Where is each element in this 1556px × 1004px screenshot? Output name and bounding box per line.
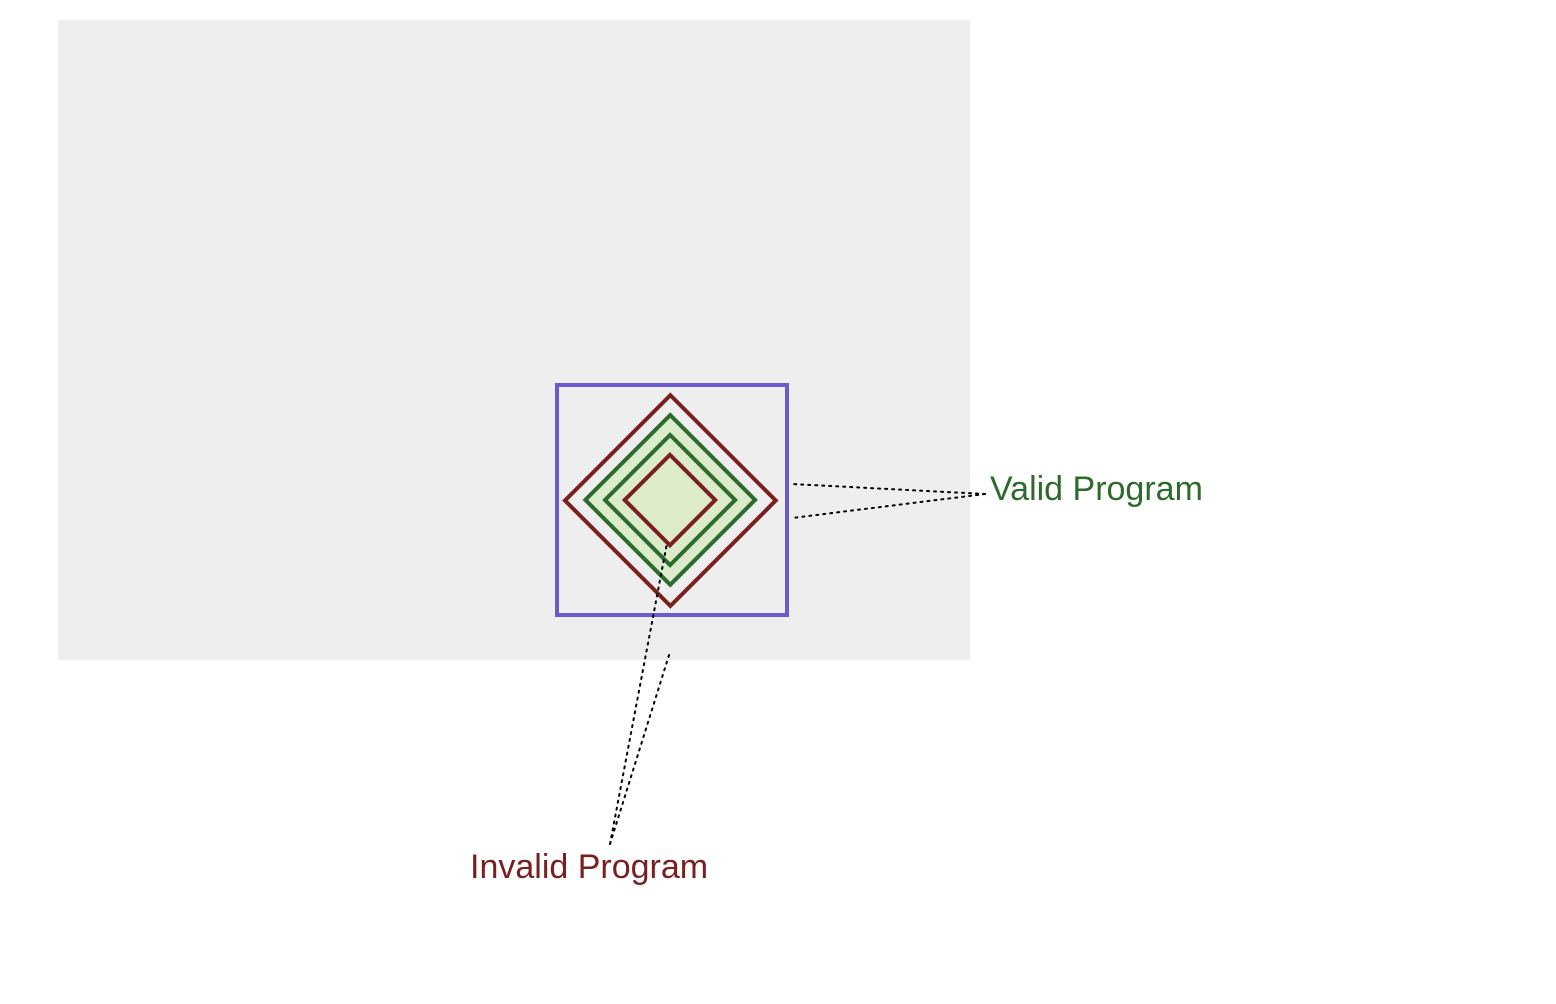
label-invalid-program: Invalid Program <box>470 848 708 887</box>
diagram-canvas <box>58 20 970 660</box>
label-valid-program: Valid Program <box>990 470 1203 509</box>
